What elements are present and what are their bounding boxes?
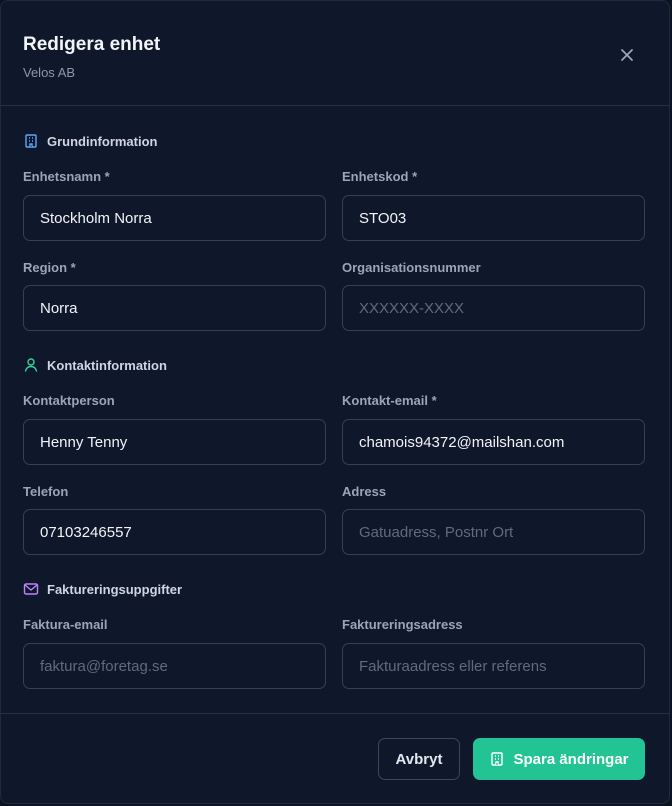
address-label: Adress [342,484,387,499]
phone-label: Telefon [23,484,69,499]
building-icon [25,134,37,148]
dialog-title: Redigera enhet [23,34,161,55]
region-input[interactable] [23,285,326,331]
cancel-button[interactable]: Avbryt [378,738,460,780]
org-number-label: Organisationsnummer [342,260,481,275]
edit-unit-dialog: Redigera enhet Velos AB Grundinformation… [0,0,670,804]
close-button[interactable] [613,41,641,69]
invoice-email-input[interactable] [23,643,326,689]
user-icon [24,358,38,372]
section-contact-info: Kontaktinformation [23,357,167,373]
mail-icon [23,583,39,595]
unit-name-label: Enhetsnamn * [23,169,110,184]
section-billing-info: Faktureringsuppgifter [23,581,182,597]
save-button-label: Spara ändringar [513,750,629,768]
unit-code-label: Enhetskod * [342,169,418,184]
unit-name-input[interactable] [23,195,326,241]
contact-email-input[interactable] [342,419,645,465]
address-input[interactable] [342,509,645,555]
contact-person-input[interactable] [23,419,326,465]
invoice-address-input[interactable] [342,643,645,689]
section-contact-title: Kontaktinformation [47,357,167,373]
save-button[interactable]: Spara ändringar [473,738,645,780]
invoice-address-label: Faktureringsadress [342,617,463,632]
phone-input[interactable] [23,509,326,555]
close-icon [621,49,633,61]
region-label: Region * [23,260,76,275]
section-basic-info: Grundinformation [23,133,158,149]
section-billing-title: Faktureringsuppgifter [47,581,183,597]
unit-code-input[interactable] [342,195,645,241]
section-basic-title: Grundinformation [47,133,158,149]
contact-email-label: Kontakt-email * [342,393,437,408]
org-number-input[interactable] [342,285,645,331]
dialog-header: Redigera enhet Velos AB [1,1,669,106]
dialog-subtitle: Velos AB [23,65,76,80]
contact-person-label: Kontaktperson [23,393,115,408]
building-icon [491,752,504,766]
invoice-email-label: Faktura-email [23,617,108,632]
